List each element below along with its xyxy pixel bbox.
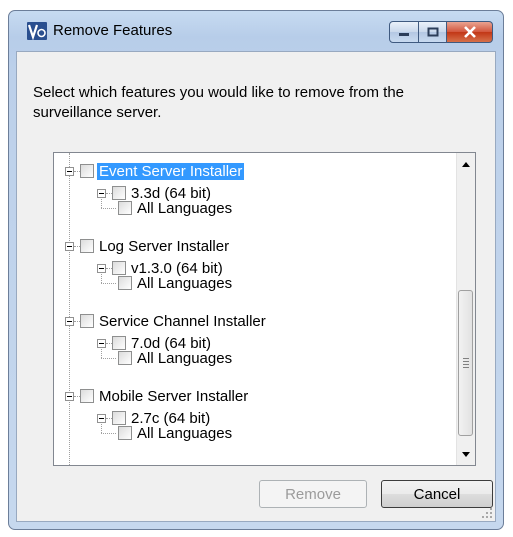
window-title: Remove Features: [53, 22, 173, 39]
scroll-down-icon: [462, 451, 470, 457]
feature-tree-content: Event Server Installer 3.3d (64 bit) All…: [54, 153, 456, 465]
tree-connector: [101, 283, 116, 284]
tree-item-label[interactable]: All Languages: [135, 350, 234, 367]
close-icon: [463, 26, 476, 38]
maximize-icon: [427, 27, 438, 37]
tree-connector: [101, 208, 116, 209]
tree-connector: [101, 433, 116, 434]
feature-tree[interactable]: Event Server Installer 3.3d (64 bit) All…: [53, 152, 476, 466]
tree-item-log-server-languages[interactable]: All Languages: [118, 272, 234, 294]
checkbox-service-channel-languages[interactable]: [118, 351, 132, 365]
remove-button[interactable]: Remove: [259, 480, 367, 508]
tree-item-log-server[interactable]: Log Server Installer: [65, 235, 231, 257]
tree-connector: [101, 358, 116, 359]
tree-item-label[interactable]: All Languages: [135, 200, 234, 217]
scroll-up-icon: [462, 161, 470, 167]
cancel-button[interactable]: Cancel: [381, 480, 493, 508]
tree-item-label[interactable]: Event Server Installer: [97, 162, 245, 180]
tree-item-mobile-server-languages[interactable]: All Languages: [118, 422, 234, 444]
tree-item-label[interactable]: Mobile Server Installer: [97, 388, 250, 405]
collapse-icon[interactable]: [65, 391, 74, 401]
collapse-icon[interactable]: [97, 338, 106, 348]
collapse-icon[interactable]: [65, 241, 74, 251]
window-controls: [389, 21, 493, 43]
tree-item-service-channel[interactable]: Service Channel Installer: [65, 310, 268, 332]
tree-item-service-channel-languages[interactable]: All Languages: [118, 347, 234, 369]
scroll-up-button[interactable]: [457, 155, 475, 173]
collapse-icon[interactable]: [65, 316, 74, 326]
scroll-down-button[interactable]: [457, 445, 475, 463]
v-logo-icon: [27, 22, 47, 40]
tree-item-mobile-server[interactable]: Mobile Server Installer: [65, 385, 250, 407]
checkbox-mobile-server[interactable]: [80, 389, 94, 403]
collapse-icon[interactable]: [97, 263, 106, 273]
grip-icon: [463, 358, 469, 370]
collapse-icon[interactable]: [65, 166, 74, 176]
maximize-button[interactable]: [419, 21, 447, 43]
close-button[interactable]: [447, 21, 493, 43]
tree-item-label[interactable]: Service Channel Installer: [97, 313, 268, 330]
tree-item-event-server[interactable]: Event Server Installer: [65, 160, 245, 182]
checkbox-log-server-languages[interactable]: [118, 276, 132, 290]
collapse-icon[interactable]: [97, 413, 106, 423]
instruction-text: Select which features you would like to …: [33, 84, 405, 121]
tree-root-connector: [69, 153, 70, 465]
checkbox-event-server[interactable]: [80, 164, 94, 178]
tree-item-label[interactable]: All Languages: [135, 425, 234, 442]
title-bar[interactable]: Remove Features: [9, 11, 503, 51]
checkbox-event-server-languages[interactable]: [118, 201, 132, 215]
resize-grip-icon[interactable]: [482, 508, 492, 518]
scrollbar-thumb[interactable]: [458, 290, 473, 436]
tree-item-label[interactable]: All Languages: [135, 275, 234, 292]
checkbox-mobile-server-languages[interactable]: [118, 426, 132, 440]
minimize-button[interactable]: [389, 21, 419, 43]
minimize-icon: [399, 33, 409, 36]
checkbox-service-channel[interactable]: [80, 314, 94, 328]
remove-features-dialog: Remove Features Select which features yo…: [8, 10, 504, 530]
tree-item-event-server-languages[interactable]: All Languages: [118, 197, 234, 219]
vertical-scrollbar[interactable]: [456, 153, 475, 465]
collapse-icon[interactable]: [97, 188, 106, 198]
tree-item-label[interactable]: Log Server Installer: [97, 238, 231, 255]
dialog-body: Select which features you would like to …: [16, 51, 496, 522]
checkbox-log-server[interactable]: [80, 239, 94, 253]
